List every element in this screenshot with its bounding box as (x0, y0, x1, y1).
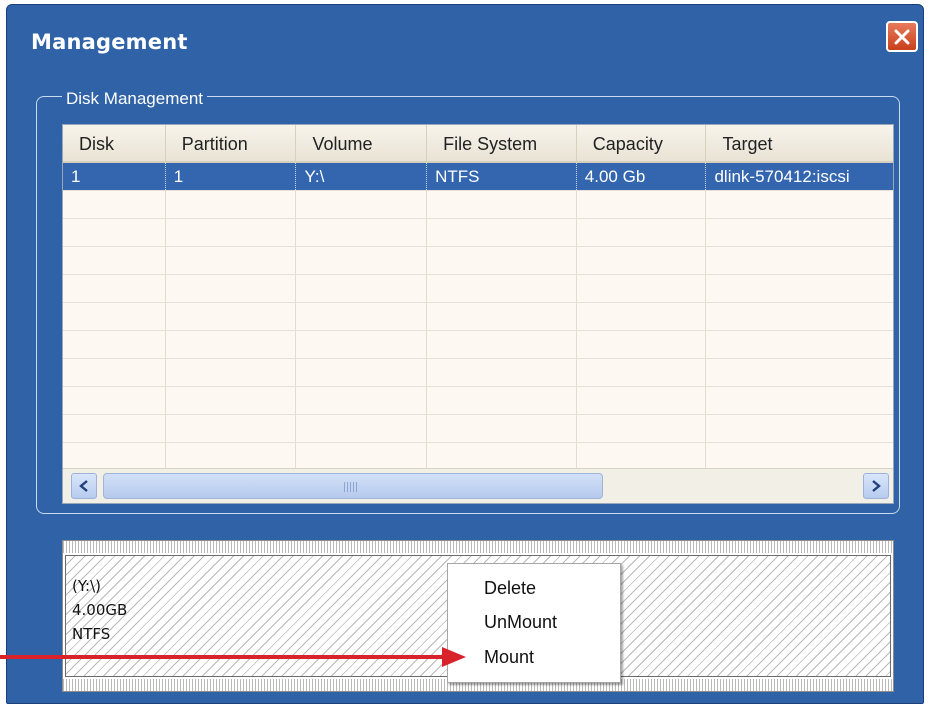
empty-row (63, 247, 893, 275)
table-row[interactable]: 1 1 Y:\ NTFS 4.00 Gb dlink-570412:iscsi (63, 163, 893, 191)
empty-row (63, 219, 893, 247)
window-title: Management (31, 30, 188, 54)
empty-row (63, 415, 893, 443)
menu-item-mount[interactable]: Mount (484, 647, 534, 668)
close-button[interactable] (886, 21, 918, 52)
column-header-capacity[interactable]: Capacity (577, 125, 707, 161)
cell-disk: 1 (63, 163, 166, 190)
column-header-partition[interactable]: Partition (166, 125, 297, 161)
empty-row (63, 387, 893, 415)
context-menu: Delete UnMount Mount (447, 563, 621, 683)
title-bar[interactable]: Management (7, 5, 923, 75)
empty-row (63, 303, 893, 331)
annotation-arrow (0, 647, 466, 667)
table-body: 1 1 Y:\ NTFS 4.00 Gb dlink-570412:iscsi (63, 163, 893, 471)
group-label: Disk Management (62, 89, 208, 109)
horizontal-scrollbar[interactable] (63, 468, 893, 503)
scroll-left-button[interactable] (71, 473, 97, 499)
table-header: Disk Partition Volume File System Capaci… (63, 125, 893, 163)
partition-info: (Y:\) 4.00GB NTFS (72, 574, 127, 646)
partition-size: 4.00GB (72, 601, 128, 619)
disk-table: Disk Partition Volume File System Capaci… (62, 124, 894, 504)
thumb-grip (344, 482, 358, 492)
column-header-file-system[interactable]: File System (427, 125, 577, 161)
partition-fs: NTFS (72, 625, 111, 643)
cell-file-system: NTFS (427, 163, 577, 190)
menu-item-delete[interactable]: Delete (484, 578, 536, 599)
menu-item-unmount[interactable]: UnMount (484, 612, 557, 633)
scroll-thumb[interactable] (103, 473, 603, 499)
empty-row (63, 275, 893, 303)
close-icon (894, 29, 910, 45)
cell-target: dlink-570412:iscsi (714, 167, 850, 186)
partition-stripe-top (63, 541, 893, 553)
column-header-volume[interactable]: Volume (296, 125, 428, 161)
column-header-disk[interactable]: Disk (63, 125, 166, 161)
chevron-left-icon (79, 480, 88, 492)
cell-volume: Y:\ (296, 163, 428, 190)
scroll-right-button[interactable] (863, 473, 889, 499)
empty-row (63, 359, 893, 387)
empty-row (63, 191, 893, 219)
empty-row (63, 331, 893, 359)
empty-row (63, 443, 893, 471)
cell-capacity: 4.00 Gb (577, 163, 707, 190)
partition-volume: (Y:\) (72, 577, 101, 595)
chevron-right-icon (872, 480, 881, 492)
column-header-target[interactable]: Target (706, 125, 893, 161)
cell-partition: 1 (166, 163, 297, 190)
